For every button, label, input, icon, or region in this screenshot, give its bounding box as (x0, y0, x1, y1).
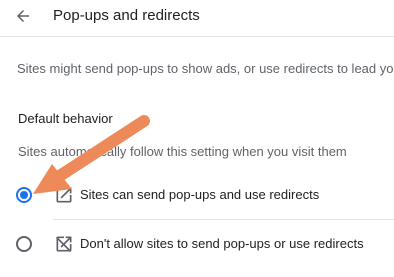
page-description: Sites might send pop-ups to show ads, or… (17, 61, 394, 76)
default-behavior-heading: Default behavior (18, 111, 113, 126)
page-header: Pop-ups and redirects (0, 0, 394, 37)
option-allow-popups[interactable]: Sites can send pop-ups and use redirects (0, 175, 394, 215)
block-popups-radio[interactable] (16, 236, 32, 252)
option-divider (53, 219, 394, 220)
open-in-new-icon (56, 187, 72, 203)
block-popups-label: Don't allow sites to send pop-ups or use… (80, 236, 364, 251)
back-button[interactable] (11, 4, 35, 28)
default-behavior-subtext: Sites automatically follow this setting … (18, 144, 347, 159)
allow-popups-radio[interactable] (16, 187, 32, 203)
page-title: Pop-ups and redirects (53, 7, 200, 24)
arrow-back-icon (17, 10, 29, 22)
allow-popups-label: Sites can send pop-ups and use redirects (80, 187, 320, 202)
open-in-new-off-icon (55, 236, 72, 253)
option-block-popups[interactable]: Don't allow sites to send pop-ups or use… (0, 224, 394, 264)
